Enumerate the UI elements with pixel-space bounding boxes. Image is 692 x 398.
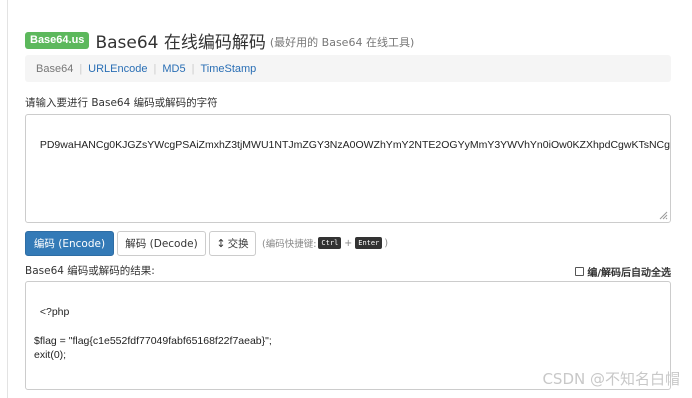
page-header: Base64.us Base64 在线编码解码 (最好用的 Base64 在线工… [25,29,415,53]
breadcrumb-nav: Base64 | URLEncode | MD5 | TimeStamp [25,55,671,82]
page-title: Base64 在线编码解码 [95,32,266,53]
nav-separator: | [79,62,83,75]
swap-arrows-icon: ↕ [216,237,226,250]
swap-button-label: 交换 [227,238,249,250]
nav-item-md5[interactable]: MD5 [162,63,185,75]
autoselect-toggle[interactable]: 编/解码后自动全选 [575,264,671,279]
source-text: PD9waHANCg0KJGZsYWcgPSAiZmxhZ3tjMWU1NTJm… [39,138,671,151]
source-input-label: 请输入要进行 Base64 编码或解码的字符 [25,97,218,109]
nav-separator: | [191,62,195,75]
kbd-enter: Enter [355,237,383,249]
shortcut-hint-prefix: (编码快捷键: [262,239,317,250]
decode-button[interactable]: 解码 (Decode) [117,231,206,256]
watermark: CSDN @不知名白帽 [542,370,680,388]
swap-button[interactable]: ↕ 交换 [209,231,256,256]
page-subtitle: (最好用的 Base64 在线工具) [269,35,415,49]
resize-grip-icon[interactable] [659,211,668,220]
autoselect-label: 编/解码后自动全选 [587,268,671,279]
kbd-plus: + [344,237,353,249]
encode-button[interactable]: 编码 (Encode) [25,231,114,256]
kbd-ctrl: Ctrl [318,237,342,249]
nav-item-urlencode[interactable]: URLEncode [88,63,147,75]
shortcut-hint: (编码快捷键: Ctrl + Enter ) [262,236,388,250]
shortcut-hint-suffix: ) [384,237,389,249]
autoselect-checkbox[interactable] [575,267,585,276]
source-textarea[interactable]: PD9waHANCg0KJGZsYWcgPSAiZmxhZ3tjMWU1NTJm… [25,114,671,223]
result-label: Base64 编码或解码的结果: [25,265,155,277]
nav-item-timestamp[interactable]: TimeStamp [200,63,256,75]
site-logo[interactable]: Base64.us [25,31,90,49]
nav-item-base64: Base64 [36,62,74,75]
nav-separator: | [153,62,157,75]
result-text: <?php $flag = "flag{c1e552fdf77049fabf65… [34,305,272,362]
